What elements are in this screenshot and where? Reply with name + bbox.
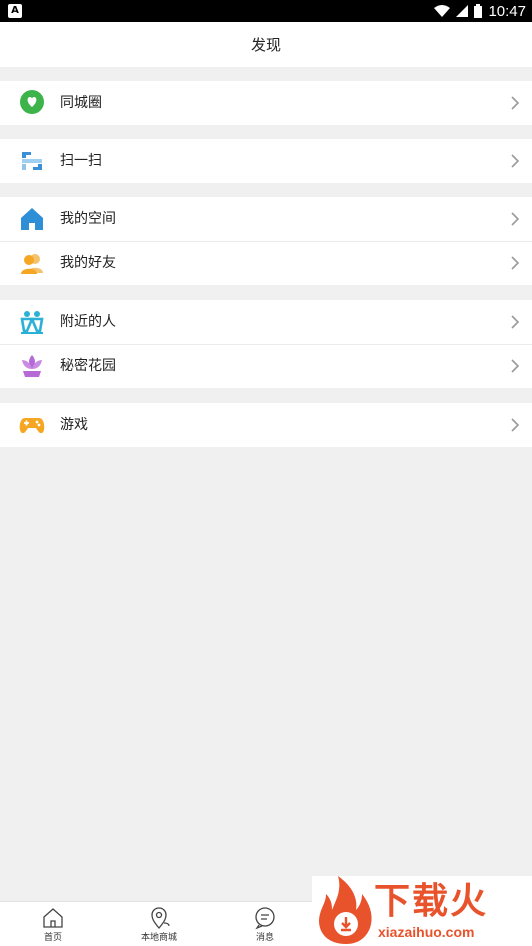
map-pin-icon bbox=[151, 907, 170, 929]
menu-item-my-space[interactable]: 我的空间 bbox=[0, 197, 532, 241]
nav-item-messages[interactable]: 消息 bbox=[212, 902, 318, 946]
chevron-right-icon bbox=[511, 315, 520, 329]
menu-group-3: 我的空间 我的好友 bbox=[0, 197, 532, 285]
menu-item-label: 同城圈 bbox=[60, 95, 102, 111]
nav-label: 消息 bbox=[255, 933, 274, 943]
watermark-brand: 下载火 bbox=[374, 881, 489, 922]
chevron-right-icon bbox=[511, 212, 520, 226]
menu-item-label: 我的好友 bbox=[60, 255, 116, 271]
chevron-right-icon bbox=[511, 418, 520, 432]
menu-group-1: 同城圈 bbox=[0, 81, 532, 125]
watermark-url: xiazaihuo.com bbox=[378, 924, 475, 940]
chevron-right-icon bbox=[511, 256, 520, 270]
menu-item-games[interactable]: 游戏 bbox=[0, 403, 532, 447]
home-outline-icon bbox=[43, 908, 63, 928]
cell-signal-icon bbox=[456, 5, 469, 17]
menu-item-my-friends[interactable]: 我的好友 bbox=[0, 241, 532, 285]
battery-icon bbox=[474, 4, 483, 18]
menu-item-label: 附近的人 bbox=[60, 314, 116, 330]
menu-item-city-circle[interactable]: 同城圈 bbox=[0, 81, 532, 125]
nearby-people-icon bbox=[20, 311, 44, 334]
chat-heart-icon bbox=[20, 90, 44, 114]
menu-group-2: 扫一扫 bbox=[0, 139, 532, 183]
menu-item-label: 秘密花园 bbox=[60, 358, 116, 374]
wifi-icon bbox=[434, 5, 451, 17]
nav-label: 首页 bbox=[43, 933, 62, 943]
gamepad-icon bbox=[19, 418, 45, 434]
scan-icon bbox=[22, 152, 42, 170]
message-icon bbox=[255, 907, 275, 930]
nav-item-home[interactable]: 首页 bbox=[0, 902, 106, 946]
menu-item-label: 游戏 bbox=[60, 417, 88, 433]
menu-item-nearby-people[interactable]: 附近的人 bbox=[0, 300, 532, 344]
notification-app-icon: A bbox=[8, 4, 22, 18]
nav-item-local-mall[interactable]: 本地商城 bbox=[106, 902, 212, 946]
status-right-icons: 10:47 bbox=[434, 0, 526, 22]
menu-item-label: 我的空间 bbox=[60, 211, 116, 227]
menu-group-4: 附近的人 秘密花园 bbox=[0, 300, 532, 388]
menu-item-label: 扫一扫 bbox=[60, 153, 102, 169]
flame-download-icon bbox=[319, 876, 372, 944]
menu-group-5: 游戏 bbox=[0, 403, 532, 447]
friends-icon bbox=[21, 254, 43, 274]
menu-item-secret-garden[interactable]: 秘密花园 bbox=[0, 344, 532, 388]
watermark-logo: 下载火 xiazaihuo.com bbox=[312, 876, 532, 946]
chevron-right-icon bbox=[511, 359, 520, 373]
lotus-icon bbox=[22, 355, 42, 377]
home-icon bbox=[21, 208, 43, 230]
menu-item-scan[interactable]: 扫一扫 bbox=[0, 139, 532, 183]
chevron-right-icon bbox=[511, 154, 520, 168]
nav-label: 本地商城 bbox=[140, 933, 177, 943]
header: 发现 bbox=[0, 22, 532, 67]
page-title: 发现 bbox=[250, 36, 281, 54]
status-bar: A 10:47 bbox=[0, 0, 532, 22]
status-time: 10:47 bbox=[488, 2, 526, 20]
chevron-right-icon bbox=[511, 96, 520, 110]
